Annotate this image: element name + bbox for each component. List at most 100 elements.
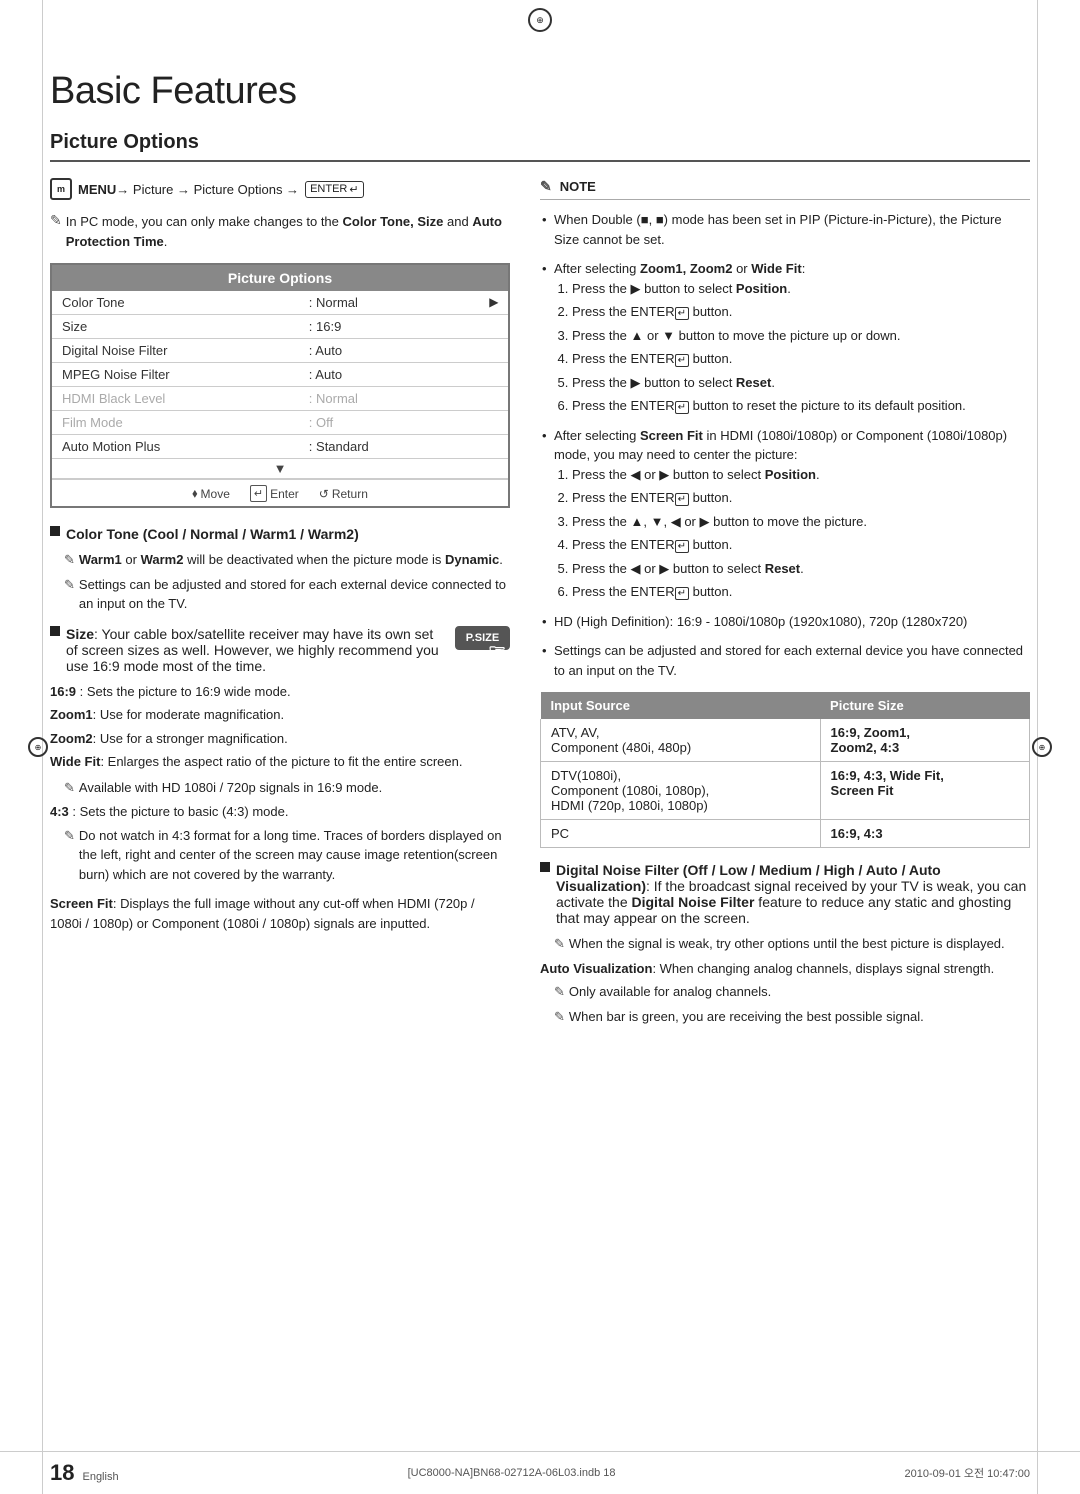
po-col-name-5: HDMI Black Level	[52, 387, 303, 410]
size-option-widefit: Wide Fit: Enlarges the aspect ratio of t…	[50, 752, 510, 772]
menu-label: MENU	[78, 182, 116, 197]
po-col-name-7: Auto Motion Plus	[52, 435, 303, 458]
language-label: English	[82, 1471, 118, 1483]
po-col-arrow-5	[485, 387, 508, 410]
return-icon: ↺	[319, 487, 329, 501]
note-item-1: When Double (■, ■) mode has been set in …	[540, 210, 1030, 249]
dnf-subnote2-text: Only available for analog channels.	[569, 982, 771, 1002]
hd-note-text: Available with HD 1080i / 720p signals i…	[79, 778, 382, 798]
43-warning: ✎ Do not watch in 4:3 format for a long …	[50, 826, 510, 885]
pencil-icon-dnf2: ✎	[554, 982, 565, 1002]
po-row-color-tone: Color Tone : Normal ▶	[52, 291, 508, 315]
bottom-bar: 18 English [UC8000-NA]BN68-02712A-06L03.…	[0, 1451, 1080, 1494]
dnf-subnote1-text: When the signal is weak, try other optio…	[569, 934, 1005, 954]
note-section: ✎ NOTE When Double (■, ■) mode has been …	[540, 178, 1030, 1026]
dynamic-bold: Dynamic	[445, 552, 499, 567]
warm1-bold: Warm1	[79, 552, 122, 567]
enter-arrow-icon: ↵	[349, 183, 358, 196]
po-col-arrow-6	[485, 411, 508, 434]
color-tone-title: Color Tone (Cool / Normal / Warm1 / Warm…	[66, 526, 359, 542]
size-label: P.SIZE ☞ Size: Your cable box/satellite …	[66, 626, 510, 674]
input-source-2: DTV(1080i),Component (1080i, 1080p),HDMI…	[541, 762, 821, 820]
screenfit-steps-list: Press the ◀ or ▶ button to select Positi…	[572, 465, 1030, 602]
pip-icon2: ■	[656, 212, 664, 227]
scroll-indicator: ▼	[274, 461, 287, 476]
enter-btn-inline-3: ↵	[675, 401, 689, 414]
input-row-3: PC 16:9, 4:3	[541, 820, 1030, 848]
enter-icon: ENTER ↵	[305, 181, 364, 198]
po-footer: ⬧ Move ↵ Enter ↺ Return	[52, 479, 508, 506]
po-row-amp: Auto Motion Plus : Standard	[52, 435, 508, 459]
sf-step-2: Press the ENTER↵ button.	[572, 488, 1030, 508]
note-list-1: When Double (■, ■) mode has been set in …	[540, 210, 1030, 249]
psize-button[interactable]: P.SIZE ☞	[455, 626, 510, 650]
picture-size-1: 16:9, Zoom1,Zoom2, 4:3	[820, 719, 1029, 762]
note-title: NOTE	[560, 179, 596, 194]
picture-options-table: Picture Options Color Tone : Normal ▶ Si…	[50, 263, 510, 508]
po-table-header: Picture Options	[52, 265, 508, 291]
input-source-table: Input Source Picture Size ATV, AV,Compon…	[540, 692, 1030, 848]
sf-step-4: Press the ENTER↵ button.	[572, 535, 1030, 555]
settings-note: ✎ Settings can be adjusted and stored fo…	[50, 575, 510, 614]
po-row-mpeg: MPEG Noise Filter : Auto	[52, 363, 508, 387]
note-li-settings: Settings can be adjusted and stored for …	[540, 641, 1030, 680]
input-row-2: DTV(1080i),Component (1080i, 1080p),HDMI…	[541, 762, 1030, 820]
input-row-1: ATV, AV,Component (480i, 480p) 16:9, Zoo…	[541, 719, 1030, 762]
menu-path: m MENU→ Picture → Picture Options → ENTE…	[50, 178, 510, 200]
po-col-name-1: Color Tone	[52, 291, 303, 314]
binding-marker-left: ⊕	[28, 737, 48, 757]
po-col-name-6: Film Mode	[52, 411, 303, 434]
enter-btn-inline-2: ↵	[675, 354, 689, 367]
color-tone-label: Color Tone (Cool / Normal / Warm1 / Warm…	[66, 526, 359, 542]
note-label: NOTE	[560, 179, 596, 194]
warm2-bold: Warm2	[141, 552, 184, 567]
page-number: 18	[50, 1460, 74, 1486]
settings-note-text: Settings can be adjusted and stored for …	[79, 575, 510, 614]
po-col-arrow-7	[485, 435, 508, 458]
screen-fit-option: Screen Fit: Displays the full image with…	[50, 894, 510, 933]
dnf-text: Digital Noise Filter (Off / Low / Medium…	[556, 862, 1030, 926]
left-column: m MENU→ Picture → Picture Options → ENTE…	[50, 178, 510, 1031]
pencil-icon-43: ✎	[64, 826, 75, 846]
enter-label: ENTER	[310, 183, 347, 195]
zoom-step-6: Press the ENTER↵ button to reset the pic…	[572, 396, 1030, 416]
auto-vis-text: Auto Visualization: When changing analog…	[540, 959, 1030, 979]
picture-size-header: Picture Size	[820, 692, 1029, 719]
po-col-name-3: Digital Noise Filter	[52, 339, 303, 362]
right-column: ✎ NOTE When Double (■, ■) mode has been …	[540, 178, 1030, 1031]
input-table-header: Input Source Picture Size	[541, 692, 1030, 719]
po-row-film: Film Mode : Off	[52, 411, 508, 435]
po-col-arrow-4	[485, 363, 508, 386]
po-col-name-4: MPEG Noise Filter	[52, 363, 303, 386]
po-row-size: Size : 16:9	[52, 315, 508, 339]
size-option-zoom2: Zoom2: Use for a stronger magnification.	[50, 729, 510, 749]
po-col-val-1: : Normal	[303, 291, 485, 314]
size-section: P.SIZE ☞ Size: Your cable box/satellite …	[50, 626, 510, 674]
size-option-169: 16:9 : Sets the picture to 16:9 wide mod…	[50, 682, 510, 702]
size-options: 16:9 : Sets the picture to 16:9 wide mod…	[50, 682, 510, 772]
menu-submenu: → Picture → Picture Options →	[116, 182, 299, 197]
enter-btn-inline-4: ↵	[675, 493, 689, 506]
note-list-4: HD (High Definition): 16:9 - 1080i/1080p…	[540, 612, 1030, 632]
zoom-step-3: Press the ▲ or ▼ button to move the pict…	[572, 326, 1030, 346]
sf-step-6: Press the ENTER↵ button.	[572, 582, 1030, 602]
po-col-val-7: : Standard	[303, 435, 485, 458]
po-col-arrow-1: ▶	[485, 291, 508, 314]
note-header: ✎ NOTE	[540, 178, 1030, 200]
warm-note: ✎ Warm1 or Warm2 will be deactivated whe…	[50, 550, 510, 570]
section-title: Picture Options	[50, 131, 1030, 162]
binding-marker-top: ⊕	[528, 8, 552, 32]
po-col-val-2: : 16:9	[303, 315, 485, 338]
input-source-header: Input Source	[541, 692, 821, 719]
hd-note: ✎ Available with HD 1080i / 720p signals…	[50, 778, 510, 798]
bullet-icon-size	[50, 626, 60, 636]
enter-btn-inline-5: ↵	[675, 540, 689, 553]
po-col-arrow-3	[485, 339, 508, 362]
zoom-step-2: Press the ENTER↵ button.	[572, 302, 1030, 322]
po-footer-move: ⬧ Move	[192, 485, 230, 502]
pip-icon1: ■	[641, 212, 649, 227]
po-col-val-4: : Auto	[303, 363, 485, 386]
po-col-val-5: : Normal	[303, 387, 485, 410]
input-source-3: PC	[541, 820, 821, 848]
size-bold: Size	[66, 626, 94, 642]
